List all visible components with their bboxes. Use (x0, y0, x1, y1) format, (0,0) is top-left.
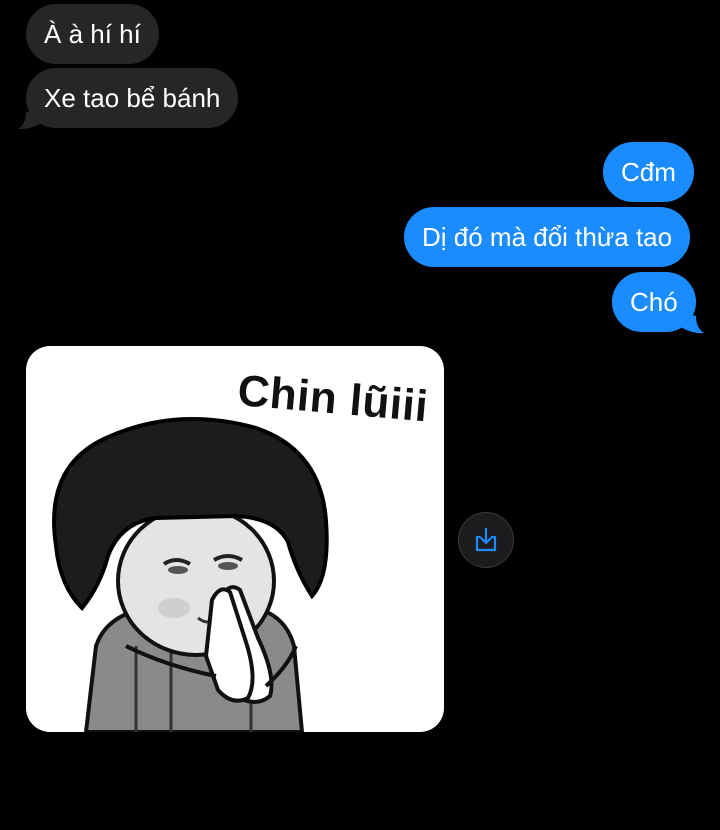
message-text: Xe tao bể bánh (44, 83, 221, 113)
message-text: Cđm (621, 157, 676, 187)
message-text: Dị đó mà đổi thừa tao (422, 222, 673, 252)
incoming-message-bubble[interactable]: À à hí hí (26, 4, 159, 64)
outgoing-message-bubble[interactable]: Dị đó mà đổi thừa tao (404, 207, 691, 267)
outgoing-message-bubble[interactable]: Cđm (603, 142, 694, 202)
save-sticker-button[interactable] (458, 512, 514, 568)
bubble-tail-icon (682, 312, 704, 334)
incoming-message-bubble[interactable]: Xe tao bể bánh (26, 68, 239, 128)
message-text: Chó (630, 287, 678, 317)
save-download-icon (475, 527, 497, 552)
bubble-tail-icon (18, 108, 40, 130)
message-text: À à hí hí (44, 19, 141, 49)
